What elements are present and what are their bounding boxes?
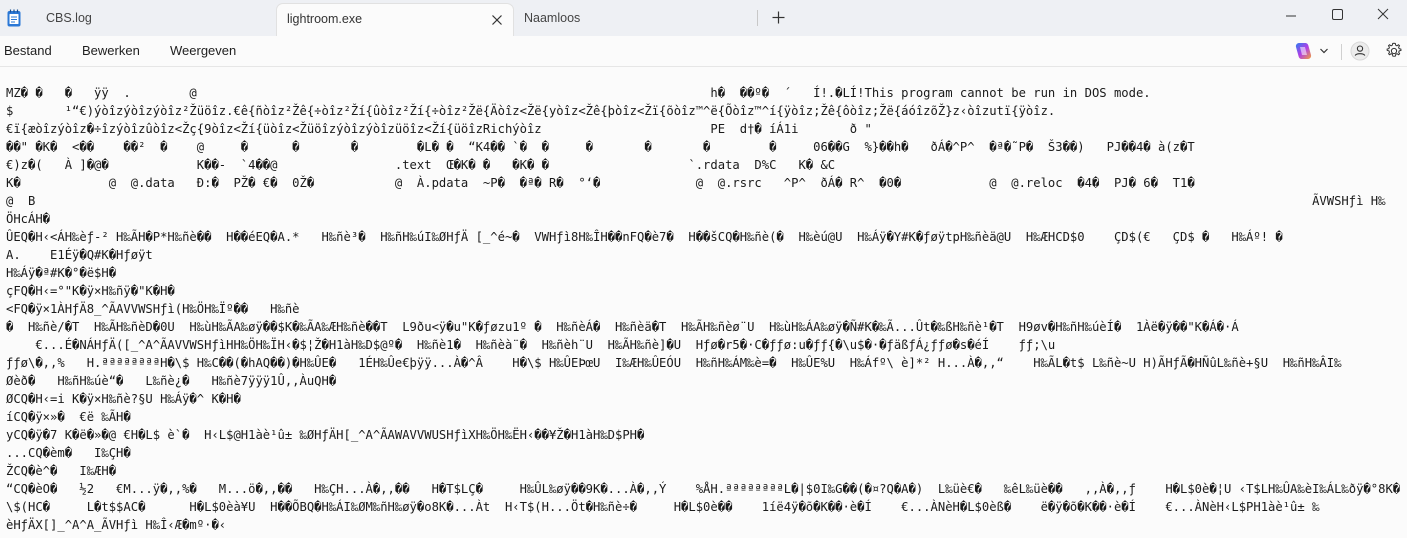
chevron-down-icon[interactable] bbox=[1319, 46, 1329, 56]
text-line: €...É�NÁHƒÄ([_^A^ÃAVVWSHƒìHH‰ÖH‰ÏH‹�$¦Ž�… bbox=[6, 338, 1056, 352]
text-line: €ï{æòîzýòîz�÷îzýòîzûòîz<Žç{9òîz<Ží{üòîz<… bbox=[6, 122, 872, 136]
text-line: ƒƒø\�,,% H.ªªªªªªªªH�\$ H‰C��(�hAQ��)�H‰… bbox=[6, 356, 1342, 370]
text-line: ŽCQ�è^� I‰ÆH� bbox=[6, 464, 117, 478]
text-line: íCQ�ÿ×»� €ë ‰ÃH� bbox=[6, 410, 131, 424]
tab-divider bbox=[757, 10, 758, 26]
text-line: A. E1Éÿ�Q#K�Hƒøÿt bbox=[6, 248, 153, 262]
text-line: $ ¹“€)ýòîzýòîzýòîz²Žüöîz.€ê{ñòîz²Žê{÷òîz… bbox=[6, 104, 1056, 118]
tab-label: CBS.log bbox=[46, 11, 92, 25]
plus-icon[interactable] bbox=[771, 10, 786, 25]
tab-bar: CBS.log lightroom.exe Naamloos bbox=[0, 0, 1407, 36]
copilot-icon[interactable] bbox=[1293, 42, 1313, 60]
gear-icon[interactable] bbox=[1385, 42, 1403, 60]
text-line: Øèð� H‰ñH‰úè“� L‰ñè¿� H‰ñè7ÿÿÿ1Û,,ÀuQH� bbox=[6, 374, 337, 388]
text-line: K� @ @.data Ð:� PŽ� €� 0Ž� @ À.pdata ~P�… bbox=[6, 176, 1195, 190]
text-line: H‰Áÿ�ª#K�°�ë$H� bbox=[6, 266, 117, 280]
text-line: “CQ�èO� ½2 €M...ÿ�,,%� M...ö�,,�� H‰ÇH..… bbox=[6, 482, 1401, 496]
text-line: èHƒÄX[]_^A^A_ÃVHƒì H‰Î‹Æ�mº·�‹ bbox=[6, 518, 227, 532]
text-line: ØCQ�H‹=i K�ÿ×H‰ñè?§U H‰Áÿ�^ K�H� bbox=[6, 392, 241, 406]
tab-naamloos[interactable]: Naamloos bbox=[514, 3, 754, 36]
text-line: <FQ�ÿ×1ÀHƒÄ8_^ÃAVVWSHƒì(H‰ÖH‰Ïº�� H‰ñè bbox=[6, 302, 300, 316]
text-line: €)z�( À ]�@� K��- `4��@ .text Œ�K� � �K�… bbox=[6, 158, 836, 172]
notepad-icon bbox=[7, 9, 21, 27]
text-line: ...CQ�èm� I‰ÇH� bbox=[6, 446, 131, 460]
text-line: ÛEQ�H‹<ÁH‰èƒ-² H‰ÃH�P*H‰ñè�� H��éEQ�A.* … bbox=[6, 230, 1283, 244]
close-icon[interactable] bbox=[489, 12, 505, 28]
window-close-icon[interactable] bbox=[1360, 0, 1406, 32]
tab-cbs-log[interactable]: CBS.log bbox=[36, 3, 274, 36]
text-line: \$(HC� L�t$$AC� H�L$0èà¥U H��ÕBQ�H‰ÁI‰ØM… bbox=[6, 500, 1320, 514]
text-editor[interactable]: MZ� � � ÿÿ . @ h� ��º� ´ Í!.�LÍ!This pro… bbox=[0, 67, 1407, 538]
tab-label: lightroom.exe bbox=[287, 12, 363, 26]
menu-bestand[interactable]: Bestand bbox=[4, 36, 52, 66]
menu-bewerken[interactable]: Bewerken bbox=[82, 36, 140, 66]
minimize-icon[interactable] bbox=[1268, 0, 1314, 32]
text-line: � H‰ñè/�T H‰ÃH‰ñèD�0U H‰ùH‰ÃA‰øÿ��$K�‰ÃA… bbox=[6, 320, 1239, 334]
tab-lightroom-exe[interactable]: lightroom.exe bbox=[276, 3, 514, 36]
maximize-icon[interactable] bbox=[1314, 0, 1360, 32]
menu-bar: Bestand Bewerken Weergeven bbox=[0, 36, 1407, 67]
text-line: yCQ�ÿ�7 K�ë�»�@ €H�L$ è`� H‹L$@H1àè¹û± ‰… bbox=[6, 428, 645, 442]
text-line: @ B ÃVWSHƒì H‰ bbox=[6, 194, 1386, 208]
divider bbox=[1341, 44, 1342, 60]
text-line: MZ� � � ÿÿ . @ h� ��º� ´ Í!.�LÍ!This pro… bbox=[6, 86, 1151, 100]
text-line: ÖHcÁH� bbox=[6, 212, 51, 226]
text-line: çFQ�H‹=°"K�ÿ×H‰ñÿ�"K�H� bbox=[6, 284, 175, 298]
profile-icon[interactable] bbox=[1350, 41, 1370, 61]
text-line: ��" �K� <�� ��² � @ � � � �L� � “K4�� `�… bbox=[6, 140, 1195, 154]
tab-label: Naamloos bbox=[524, 11, 581, 25]
menu-weergeven[interactable]: Weergeven bbox=[170, 36, 236, 66]
